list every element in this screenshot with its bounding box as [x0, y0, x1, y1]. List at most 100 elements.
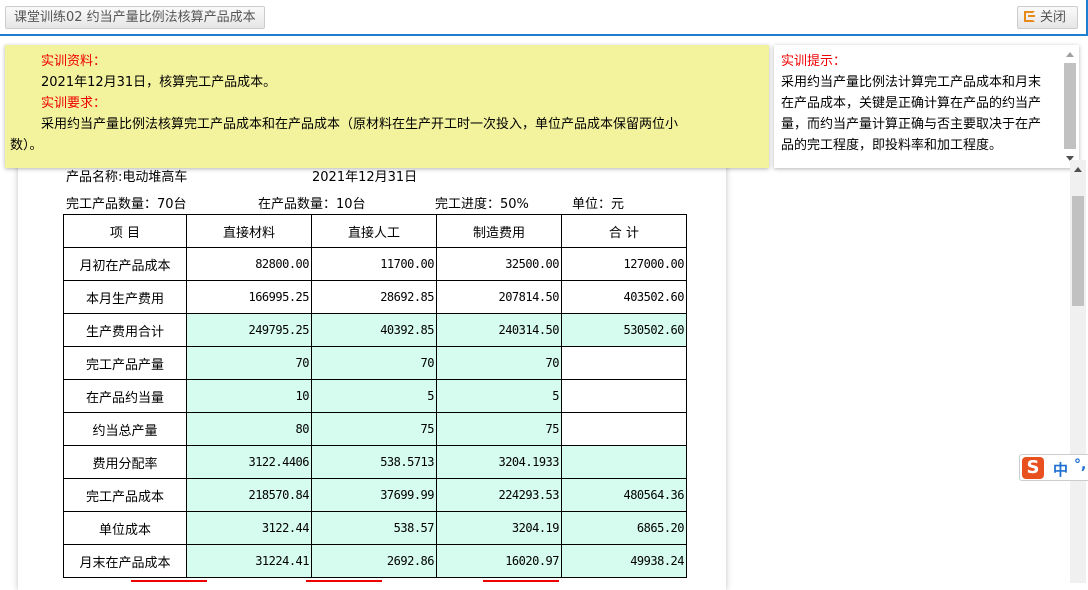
table-cell[interactable] [561, 445, 687, 479]
table-cell[interactable]: 218570.84 [186, 478, 312, 512]
table-cell[interactable]: 6865.20 [561, 511, 687, 545]
material-label: 实训资料： [41, 54, 107, 69]
row-label: 在产品约当量 [63, 379, 187, 413]
table-cell[interactable]: 70 [436, 346, 562, 380]
table-row: 单位成本 3122.44 538.57 3204.19 6865.20 [63, 511, 687, 545]
row-label: 约当总产量 [63, 412, 187, 446]
table-cell[interactable]: 5 [436, 379, 562, 413]
table-cell[interactable]: 49938.24 [561, 544, 687, 578]
table-cell[interactable]: 16020.97 [436, 544, 562, 578]
ime-toolbar[interactable]: S 中 °, [1019, 454, 1088, 481]
row-label: 月末在产品成本 [63, 544, 187, 578]
table-cell[interactable]: 37699.99 [311, 478, 437, 512]
table-cell [561, 379, 687, 413]
table-row: 费用分配率 3122.4406 538.5713 3204.1933 [63, 445, 687, 479]
table-cell[interactable]: 75 [311, 412, 437, 446]
table-cell[interactable]: 10 [186, 379, 312, 413]
action-button[interactable] [131, 580, 207, 586]
table-cell[interactable]: 70 [311, 346, 437, 380]
product-name: 产品名称:电动堆高车 [66, 170, 188, 185]
table-cell[interactable]: 75 [436, 412, 562, 446]
material-text: 2021年12月31日，核算完工产品成本。 [41, 75, 277, 90]
completion-progress: 完工进度：50% [435, 197, 529, 212]
row-label: 单位成本 [63, 511, 187, 545]
action-button[interactable] [483, 580, 559, 586]
table-cell[interactable]: 249795.25 [186, 313, 312, 347]
table-cell[interactable]: 538.57 [311, 511, 437, 545]
table-row: 月初在产品成本 82800.00 11700.00 32500.00 127000.00 [63, 247, 687, 281]
table-row: 完工产品成本 218570.84 37699.99 224293.53 480564.3… [63, 478, 687, 512]
table-row: 在产品约当量 10 5 5 [63, 379, 687, 413]
requirement-label: 实训要求： [41, 96, 107, 111]
table-cell: 403502.60 [561, 280, 687, 314]
finished-quantity: 完工产品数量：70台 [66, 197, 187, 212]
table-cell[interactable]: 480564.36 [561, 478, 687, 512]
hint-text: 采用约当产量比例法计算完工产品成本和月末在产品成本，关键是正确计算在产品的约当产… [781, 75, 1042, 153]
action-button[interactable] [306, 580, 382, 586]
close-button[interactable]: 关闭 [1017, 6, 1078, 29]
ime-punctuation[interactable]: °, [1074, 457, 1086, 473]
table-cell[interactable]: 3204.1933 [436, 445, 562, 479]
column-header: 项 目 [63, 214, 187, 248]
column-header: 直接材料 [186, 214, 312, 248]
table-cell[interactable]: 224293.53 [436, 478, 562, 512]
table-cell[interactable]: 538.5713 [311, 445, 437, 479]
column-header: 制造费用 [436, 214, 562, 248]
row-label: 本月生产费用 [63, 280, 187, 314]
table-cell[interactable]: 240314.50 [436, 313, 562, 347]
training-hint-panel: 实训提示： 采用约当产量比例法计算完工产品成本和月末在产品成本，关键是正确计算在… [774, 45, 1079, 168]
table-cell [561, 412, 687, 446]
scroll-up-icon[interactable] [1074, 167, 1082, 172]
column-header: 直接人工 [311, 214, 437, 248]
row-label: 费用分配率 [63, 445, 187, 479]
table-cell[interactable]: 70 [186, 346, 312, 380]
sogou-logo-icon: S [1022, 457, 1044, 479]
column-header: 合 计 [561, 214, 687, 248]
table-cell: 82800.00 [186, 247, 312, 281]
row-label: 完工产品产量 [63, 346, 187, 380]
scrollbar-thumb[interactable] [1064, 63, 1076, 149]
table-cell [561, 346, 687, 380]
top-bar: 课堂训练02 约当产量比例法核算产品成本 关闭 [0, 0, 1088, 36]
table-cell: 166995.25 [186, 280, 312, 314]
currency-unit: 单位：元 [572, 197, 625, 212]
row-label: 完工产品成本 [63, 478, 187, 512]
requirement-text: 采用约当产量比例法核算完工产品成本和在产品成本（原材料在生产开工时一次投入，单位… [41, 117, 679, 132]
scroll-up-icon[interactable] [1066, 52, 1074, 57]
table-cell[interactable]: 3122.44 [186, 511, 312, 545]
table-cell[interactable]: 2692.86 [311, 544, 437, 578]
table-cell[interactable]: 3204.19 [436, 511, 562, 545]
table-row: 月末在产品成本 31224.41 2692.86 16020.97 49938.24 [63, 544, 687, 578]
hint-scrollbar[interactable] [1063, 47, 1077, 166]
main-scrollbar[interactable] [1070, 160, 1086, 583]
table-cell[interactable]: 530502.60 [561, 313, 687, 347]
table-cell: 28692.85 [311, 280, 437, 314]
table-cell[interactable]: 40392.85 [311, 313, 437, 347]
hint-label: 实训提示： [781, 54, 847, 69]
exercise-title-tab[interactable]: 课堂训练02 约当产量比例法核算产品成本 [5, 6, 265, 29]
wip-quantity: 在产品数量：10台 [258, 197, 366, 212]
ime-mode[interactable]: 中 [1053, 459, 1068, 480]
table-cell[interactable]: 31224.41 [186, 544, 312, 578]
form-date: 2021年12月31日 [312, 170, 418, 185]
table-cell: 32500.00 [436, 247, 562, 281]
table-cell[interactable]: 5 [311, 379, 437, 413]
table-cell: 207814.50 [436, 280, 562, 314]
table-header-row: 项 目 直接材料 直接人工 制造费用 合 计 [63, 214, 687, 248]
cost-table: 项 目 直接材料 直接人工 制造费用 合 计 月初在产品成本 82800.00 11… [63, 214, 687, 578]
close-label: 关闭 [1040, 10, 1067, 25]
row-label: 月初在产品成本 [63, 247, 187, 281]
table-row: 完工产品产量 70 70 70 [63, 346, 687, 380]
table-cell: 11700.00 [311, 247, 437, 281]
table-row: 约当总产量 80 75 75 [63, 412, 687, 446]
scrollbar-thumb[interactable] [1072, 196, 1084, 306]
row-label: 生产费用合计 [63, 313, 187, 347]
table-cell[interactable]: 80 [186, 412, 312, 446]
table-cell: 127000.00 [561, 247, 687, 281]
table-row: 生产费用合计 249795.25 40392.85 240314.50 530502.6… [63, 313, 687, 347]
requirement-text-cont: 数）。 [10, 138, 43, 153]
exit-icon [1024, 11, 1035, 22]
training-material-panel: 实训资料： 2021年12月31日，核算完工产品成本。 实训要求： 采用约当产量… [5, 45, 769, 168]
table-row: 本月生产费用 166995.25 28692.85 207814.50 403502.6… [63, 280, 687, 314]
table-cell[interactable]: 3122.4406 [186, 445, 312, 479]
